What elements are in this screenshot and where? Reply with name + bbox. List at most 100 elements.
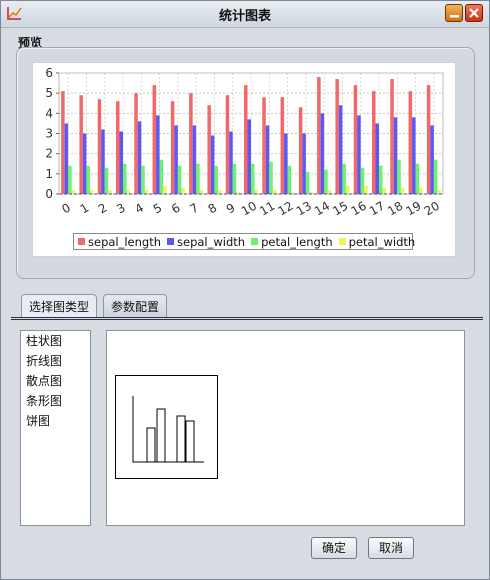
bar bbox=[320, 113, 325, 194]
bar bbox=[353, 85, 358, 194]
bar bbox=[163, 185, 167, 194]
y-tick-label: 3 bbox=[45, 127, 53, 141]
bar-chart-thumbnail bbox=[115, 375, 218, 479]
tab-parameters[interactable]: 参数配置 bbox=[103, 294, 168, 317]
bar bbox=[412, 117, 416, 194]
bar bbox=[126, 189, 130, 194]
close-icon bbox=[469, 8, 479, 18]
bar bbox=[97, 99, 102, 194]
y-tick-label: 0 bbox=[45, 187, 53, 201]
legend-label: petal_length bbox=[261, 234, 333, 249]
bar bbox=[251, 163, 255, 194]
bar bbox=[137, 121, 142, 194]
bar bbox=[364, 185, 368, 194]
cancel-button[interactable]: 取消 bbox=[368, 537, 414, 559]
x-tick-label: 1 bbox=[78, 201, 92, 217]
bar bbox=[262, 97, 266, 194]
bar bbox=[327, 189, 332, 194]
legend-label: sepal_length bbox=[88, 234, 162, 249]
chart-type-item-line[interactable]: 折线图 bbox=[21, 351, 90, 371]
title-bar[interactable]: 统计图表 bbox=[1, 1, 489, 28]
bar bbox=[152, 85, 157, 194]
bar bbox=[64, 123, 69, 194]
bar bbox=[82, 133, 87, 194]
ok-button[interactable]: 确定 bbox=[311, 537, 357, 559]
bar bbox=[397, 159, 401, 194]
chart-type-item-pie[interactable]: 饼图 bbox=[21, 411, 90, 431]
bar bbox=[338, 105, 343, 194]
dialog-window: 统计图表 预览 0 1 2 3 4 5 6 0 1 2 3 4 5 6 7 8 9 10 11 12 13 14 15 16 1… bbox=[0, 0, 490, 580]
bar bbox=[159, 159, 164, 194]
x-tick-label: 17 bbox=[367, 199, 387, 219]
bar bbox=[426, 85, 431, 194]
legend-swatch bbox=[78, 238, 85, 245]
bar bbox=[156, 115, 160, 194]
chart-type-item-scatter[interactable]: 散点图 bbox=[21, 371, 90, 391]
bar bbox=[437, 189, 441, 194]
bar bbox=[244, 85, 248, 194]
bar bbox=[141, 165, 145, 194]
y-tick-label: 4 bbox=[45, 106, 53, 120]
chart-legend: sepal_length sepal_width petal_length pe… bbox=[73, 233, 415, 250]
chart-type-list: 柱状图 折线图 散点图 条形图 饼图 bbox=[20, 330, 91, 526]
x-tick-label: 9 bbox=[224, 201, 238, 217]
x-tick-label: 10 bbox=[239, 199, 259, 219]
legend-swatch bbox=[167, 238, 175, 245]
y-tick-label: 2 bbox=[45, 147, 53, 161]
bar bbox=[375, 123, 379, 194]
bar bbox=[174, 125, 178, 194]
bar bbox=[280, 97, 285, 194]
bar bbox=[214, 165, 218, 194]
chart-type-preview-area bbox=[106, 330, 465, 526]
bar bbox=[269, 161, 273, 194]
bar bbox=[433, 159, 438, 194]
chart-panel: 0 1 2 3 4 5 6 0 1 2 3 4 5 6 7 8 9 10 11 12 13 14 15 16 17 18 19 20 … bbox=[32, 62, 456, 257]
bar bbox=[400, 187, 405, 194]
bar bbox=[101, 129, 105, 194]
chart-type-item-horizontal-bar[interactable]: 条形图 bbox=[21, 391, 90, 411]
x-tick-label: 18 bbox=[385, 199, 405, 219]
bar bbox=[207, 105, 211, 194]
bar bbox=[357, 115, 361, 194]
minimize-button[interactable] bbox=[445, 4, 463, 22]
bar bbox=[408, 91, 413, 194]
minimize-icon bbox=[450, 15, 459, 18]
tab-divider bbox=[11, 317, 483, 320]
legend-swatch bbox=[338, 238, 346, 245]
bar bbox=[419, 187, 423, 194]
bar bbox=[232, 163, 237, 194]
x-tick-label: 8 bbox=[206, 201, 220, 217]
close-button[interactable] bbox=[465, 4, 483, 22]
x-tick-label: 11 bbox=[257, 199, 277, 219]
x-tick-label: 14 bbox=[312, 199, 332, 219]
bar bbox=[430, 125, 434, 194]
bar bbox=[210, 135, 215, 194]
bar bbox=[225, 95, 230, 194]
bar bbox=[108, 189, 112, 194]
bar bbox=[302, 133, 306, 194]
x-tick-label: 2 bbox=[96, 201, 110, 217]
bar bbox=[71, 189, 76, 194]
bar bbox=[247, 119, 251, 194]
bar bbox=[68, 165, 72, 194]
bar-chart: 01234560 1 2 3 4 5 6 7 8 9 1011121314151617181920 bbox=[45, 66, 444, 219]
bar bbox=[393, 117, 398, 194]
x-tick-label: 13 bbox=[294, 199, 314, 219]
bar bbox=[229, 131, 233, 194]
bar bbox=[61, 91, 65, 194]
x-tick-label: 0 bbox=[59, 201, 73, 217]
bar bbox=[284, 133, 288, 194]
bar bbox=[196, 163, 200, 194]
tab-chart-type[interactable]: 选择图类型 bbox=[21, 294, 98, 318]
bar bbox=[342, 163, 346, 194]
bar bbox=[189, 93, 193, 194]
legend-item: petal_length bbox=[251, 235, 333, 249]
chart-type-item-bar[interactable]: 柱状图 bbox=[21, 331, 90, 351]
bar bbox=[379, 165, 383, 194]
y-tick-label: 5 bbox=[45, 86, 53, 100]
bar bbox=[360, 167, 365, 194]
bar bbox=[144, 189, 149, 194]
legend-item: sepal_length bbox=[78, 235, 161, 249]
legend-swatch bbox=[251, 238, 259, 245]
window-title: 统计图表 bbox=[218, 9, 271, 24]
